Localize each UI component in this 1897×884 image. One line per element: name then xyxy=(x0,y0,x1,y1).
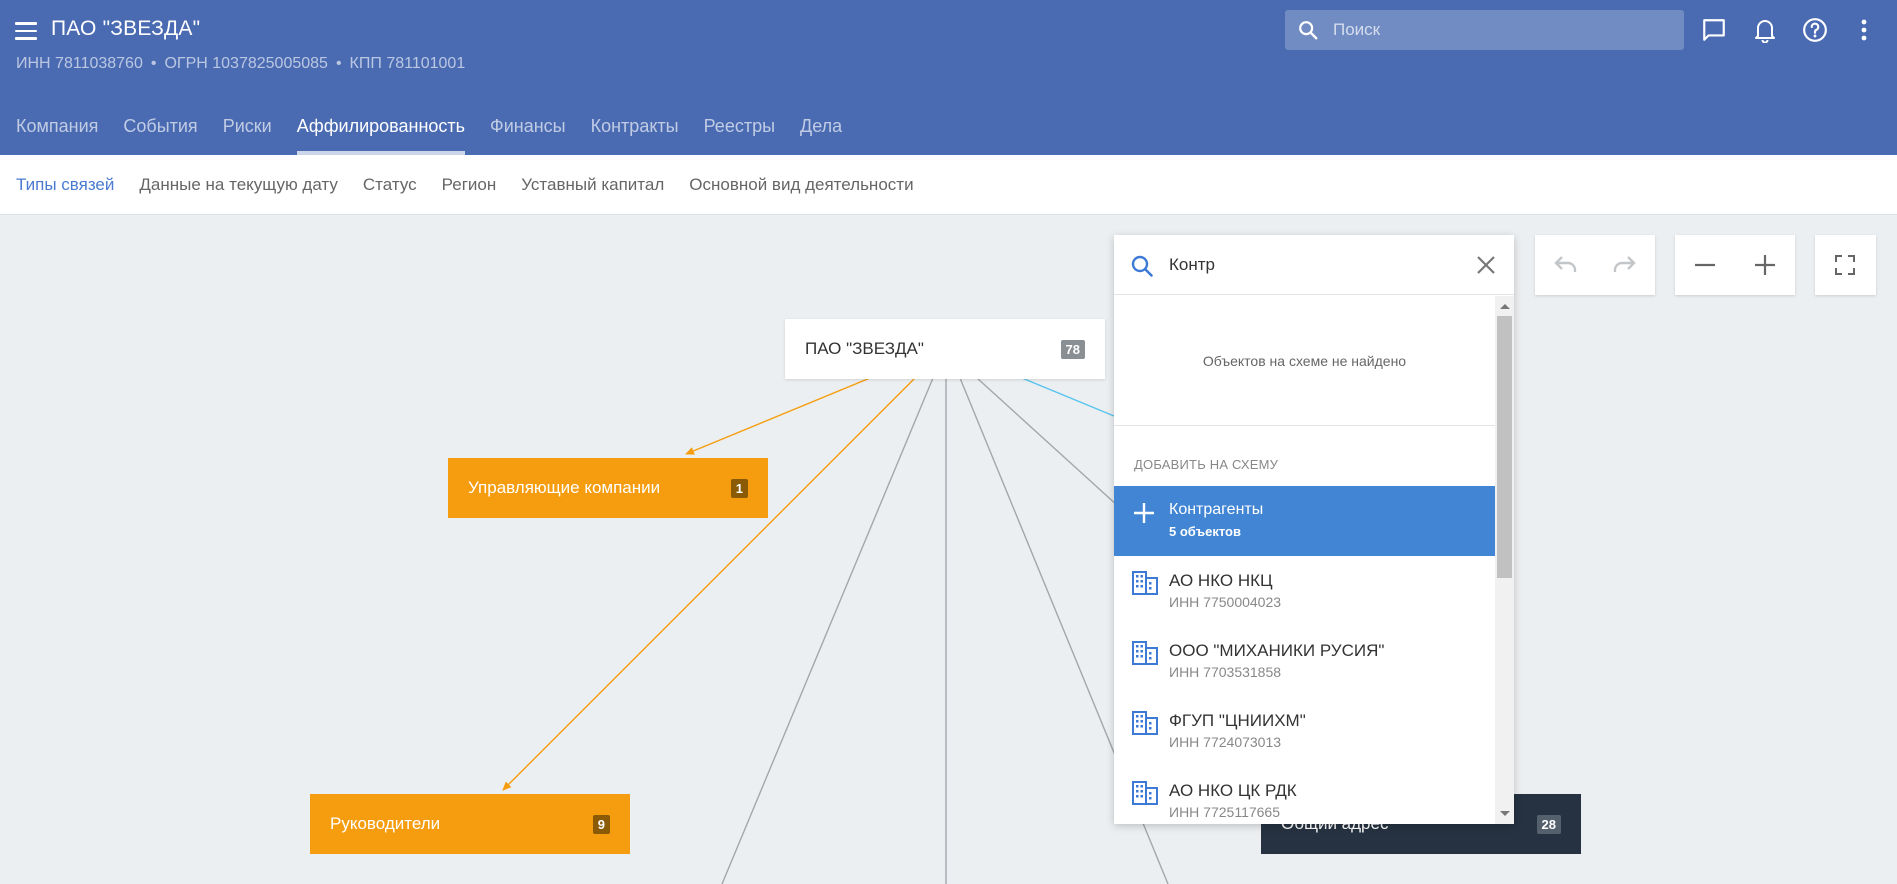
scrollbar-thumb[interactable] xyxy=(1497,316,1512,578)
results-scrollbar[interactable] xyxy=(1495,296,1514,824)
edge-line xyxy=(502,377,916,791)
item-title: Контрагенты xyxy=(1169,501,1264,518)
tab-risks[interactable]: Риски xyxy=(223,108,272,155)
redo-icon[interactable] xyxy=(1595,235,1655,295)
inn-text: ИНН 7811038760 xyxy=(16,55,143,72)
help-icon[interactable] xyxy=(1799,14,1831,46)
global-search[interactable] xyxy=(1285,10,1684,50)
subtab-link-types[interactable]: Типы связей xyxy=(16,175,114,195)
graph-canvas[interactable]: ПАО "ЗВЕЗДА" 78 Управляющие компании 1 Р… xyxy=(0,216,1897,884)
item-subtitle: ИНН 7724073013 xyxy=(1169,734,1282,750)
separator-dot: • xyxy=(335,55,342,72)
tab-events[interactable]: События xyxy=(123,108,197,155)
subtab-activity[interactable]: Основной вид деятельности xyxy=(689,175,913,195)
node-count-badge: 1 xyxy=(730,478,748,498)
item-title: ООО "МИХАНИКИ РУСИЯ" xyxy=(1169,641,1385,660)
not-found-message: Объектов на схеме не найдено xyxy=(1114,296,1495,426)
edge-line xyxy=(721,377,934,884)
separator-dot: • xyxy=(150,55,157,72)
search-icon xyxy=(1131,255,1153,277)
item-title: АО НКО НКЦ xyxy=(1169,571,1273,590)
company-title: ПАО "ЗВЕЗДА" xyxy=(51,17,201,40)
fullscreen-control xyxy=(1815,235,1876,295)
company-identifiers: ИНН 7811038760 • ОГРН 1037825005085 • КПП 78… xyxy=(16,55,465,73)
tab-finance[interactable]: Финансы xyxy=(490,108,566,155)
subtab-current-date[interactable]: Данные на текущую дату xyxy=(139,175,338,195)
filter-bar: Типы связей Данные на текущую дату Стату… xyxy=(0,155,1897,215)
minus-icon[interactable] xyxy=(1675,235,1735,295)
tab-registries[interactable]: Реестры xyxy=(704,108,775,155)
graph-edges xyxy=(502,377,1169,884)
schema-search-input[interactable] xyxy=(1169,235,1459,295)
subtab-region[interactable]: Регион xyxy=(442,175,497,195)
item-subtitle: ИНН 7703531858 xyxy=(1169,664,1282,680)
kpp-text: КПП 781101001 xyxy=(349,55,466,72)
ogrn-text: ОГРН 1037825005085 xyxy=(164,55,328,72)
list-item[interactable]: ООО "МИХАНИКИ РУСИЯ" ИНН 7703531858 xyxy=(1114,626,1495,696)
plus-icon xyxy=(1134,503,1154,523)
list-item[interactable]: АО НКО ЦК РДК ИНН 7725117665 xyxy=(1114,766,1495,824)
history-controls xyxy=(1535,235,1655,295)
search-results: Объектов на схеме не найдено ДОБАВИТЬ НА… xyxy=(1114,296,1495,824)
schema-search-panel: Объектов на схеме не найдено ДОБАВИТЬ НА… xyxy=(1114,235,1514,824)
tab-company[interactable]: Компания xyxy=(16,108,98,155)
item-title: ФГУП "ЦНИИХМ" xyxy=(1169,711,1306,730)
close-icon[interactable] xyxy=(1474,253,1498,277)
app-header: ПАО "ЗВЕЗДА" ИНН 7811038760 • ОГРН 1037825… xyxy=(0,0,1897,155)
building-icon xyxy=(1132,711,1158,735)
edge-line xyxy=(1021,377,1115,417)
list-item[interactable]: ФГУП "ЦНИИХМ" ИНН 7724073013 xyxy=(1114,696,1495,766)
graph-node-management-companies[interactable]: Управляющие компании 1 xyxy=(448,458,768,518)
fullscreen-icon[interactable] xyxy=(1815,235,1875,295)
graph-node-root[interactable]: ПАО "ЗВЕЗДА" 78 xyxy=(785,319,1105,379)
tab-affiliation[interactable]: Аффилированность xyxy=(296,108,466,155)
list-item[interactable]: АО НКО НКЦ ИНН 7750004023 xyxy=(1114,556,1495,626)
add-counterparties-item[interactable]: Контрагенты 5 объектов xyxy=(1114,486,1495,556)
edge-line xyxy=(685,377,871,455)
item-subtitle: ИНН 7725117665 xyxy=(1169,804,1280,820)
bell-icon[interactable] xyxy=(1749,14,1781,46)
building-icon xyxy=(1132,641,1158,665)
main-tabs: Компания События Риски Аффилированность … xyxy=(0,108,851,155)
zoom-controls xyxy=(1675,235,1795,295)
more-vert-icon[interactable] xyxy=(1848,14,1880,46)
search-icon xyxy=(1299,21,1318,40)
node-count-badge: 9 xyxy=(592,814,610,834)
tab-cases[interactable]: Дела xyxy=(800,108,842,155)
scroll-up-icon[interactable] xyxy=(1500,304,1510,309)
building-icon xyxy=(1132,571,1158,595)
item-subtitle: 5 объектов xyxy=(1169,524,1241,539)
item-title: АО НКО ЦК РДК xyxy=(1169,781,1297,800)
node-label: ПАО "ЗВЕЗДА" xyxy=(805,339,924,358)
global-search-input[interactable] xyxy=(1333,10,1673,50)
undo-icon[interactable] xyxy=(1535,235,1595,295)
tab-contracts[interactable]: Контракты xyxy=(591,108,679,155)
building-icon xyxy=(1132,781,1158,805)
chat-icon[interactable] xyxy=(1698,14,1730,46)
section-title: ДОБАВИТЬ НА СХЕМУ xyxy=(1134,457,1279,472)
schema-search xyxy=(1114,235,1514,295)
node-label: Руководители xyxy=(330,814,441,833)
node-count-badge: 28 xyxy=(1536,814,1561,834)
plus-icon[interactable] xyxy=(1735,235,1795,295)
node-count-badge: 78 xyxy=(1060,339,1085,359)
item-subtitle: ИНН 7750004023 xyxy=(1169,594,1282,610)
node-label: Управляющие компании xyxy=(468,478,661,497)
graph-node-managers[interactable]: Руководители 9 xyxy=(310,794,630,854)
scroll-down-icon[interactable] xyxy=(1500,811,1510,816)
subtab-status[interactable]: Статус xyxy=(363,175,417,195)
hamburger-icon[interactable] xyxy=(15,22,37,40)
subtab-capital[interactable]: Уставный капитал xyxy=(521,175,664,195)
